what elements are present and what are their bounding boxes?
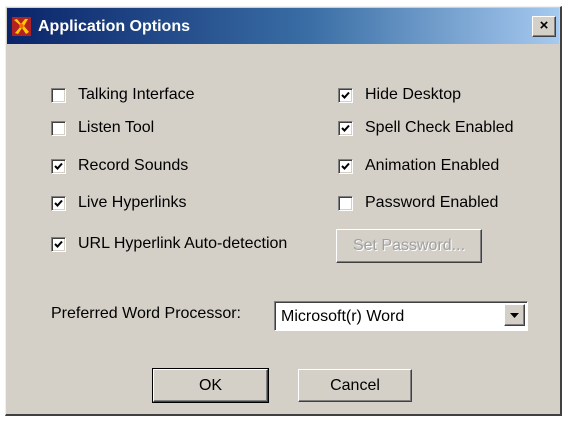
checkbox-box[interactable] [51,87,66,103]
checkbox-label: Talking Interface [78,86,195,103]
checkbox-password-enabled[interactable]: Password Enabled [338,192,498,214]
checkbox-listen-tool[interactable]: Listen Tool [51,117,154,139]
application-options-dialog: Application Options × Talking Interface … [5,6,562,416]
checkbox-label: Animation Enabled [365,157,500,174]
checkbox-box[interactable] [338,87,353,103]
checkbox-label: Hide Desktop [365,86,462,103]
checkmark-icon [341,124,350,132]
checkbox-label: Live Hyperlinks [78,194,187,211]
checkbox-label: Spell Check Enabled [365,119,514,136]
checkbox-label: Record Sounds [78,157,189,174]
checkbox-box[interactable] [338,158,353,174]
chevron-down-icon [510,313,519,318]
cancel-button[interactable]: Cancel [298,369,412,402]
checkbox-box[interactable] [338,195,353,211]
checkbox-box[interactable] [338,120,353,136]
checkbox-record-sounds[interactable]: Record Sounds [51,155,188,177]
checkmark-icon [341,91,350,99]
app-icon [12,17,31,36]
word-processor-label: Preferred Word Processor: [51,305,241,322]
cancel-label: Cancel [330,376,380,394]
checkbox-label: Listen Tool [78,119,155,136]
set-password-button[interactable]: Set Password... [336,229,482,263]
ok-button[interactable]: OK [152,368,269,403]
checkbox-talking-interface[interactable]: Talking Interface [51,84,195,106]
checkbox-box[interactable] [51,120,66,136]
checkbox-url-hyperlink-auto-detection[interactable]: URL Hyperlink Auto-detection [51,233,287,255]
dialog-title: Application Options [38,18,190,35]
word-processor-select[interactable]: Microsoft(r) Word [274,301,528,331]
checkmark-icon [54,199,63,207]
title-bar[interactable]: Application Options × [7,8,559,44]
checkbox-live-hyperlinks[interactable]: Live Hyperlinks [51,192,186,214]
checkmark-icon [54,240,63,248]
checkbox-box[interactable] [51,158,66,174]
dropdown-button[interactable] [504,304,525,326]
checkmark-icon [341,162,350,170]
checkbox-box[interactable] [51,195,66,211]
checkbox-box[interactable] [51,236,66,252]
checkmark-icon [54,162,63,170]
checkbox-spell-check-enabled[interactable]: Spell Check Enabled [338,117,514,139]
word-processor-value: Microsoft(r) Word [281,308,405,325]
close-icon: × [539,17,549,34]
checkbox-animation-enabled[interactable]: Animation Enabled [338,155,499,177]
ok-label: OK [198,376,223,394]
checkbox-label: URL Hyperlink Auto-detection [78,235,288,252]
checkbox-hide-desktop[interactable]: Hide Desktop [338,84,461,106]
checkbox-label: Password Enabled [365,194,499,211]
close-button[interactable]: × [532,16,556,37]
set-password-label: Set Password... [352,237,466,254]
